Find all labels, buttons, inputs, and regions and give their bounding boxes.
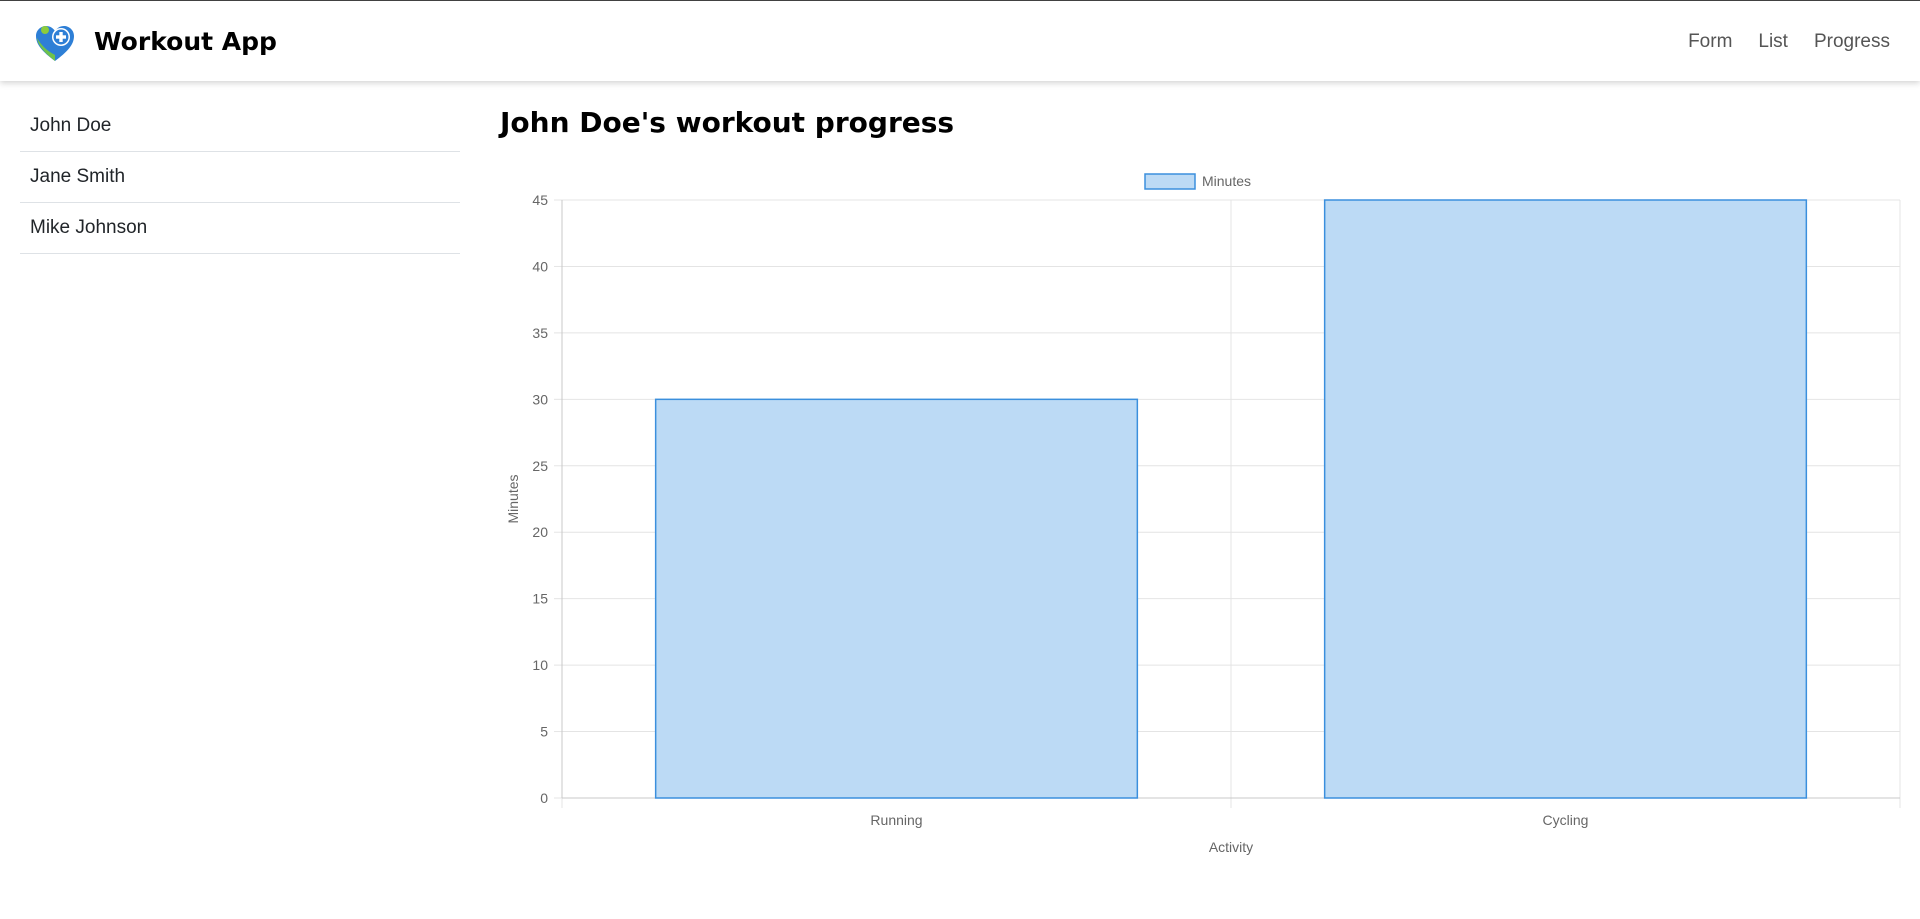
y-tick-label: 45 bbox=[532, 192, 548, 208]
legend-label: Minutes bbox=[1202, 173, 1251, 189]
y-tick-label: 20 bbox=[532, 524, 548, 540]
heart-plus-logo-icon bbox=[36, 26, 74, 61]
progress-bar-chart: 0 5 10 15 20 25 30 35 40 45 Running Cycling Activity… bbox=[505, 173, 1901, 855]
x-axis-title: Activity bbox=[1209, 839, 1253, 855]
main-nav: Form List Progress bbox=[1688, 31, 1890, 53]
y-tick-label: 30 bbox=[532, 391, 548, 407]
y-axis-title: Minutes bbox=[505, 474, 521, 523]
app-title: Workout App bbox=[94, 27, 277, 56]
y-tick-label: 15 bbox=[532, 591, 548, 607]
legend-swatch bbox=[1144, 173, 1196, 190]
y-tick-label: 0 bbox=[540, 790, 548, 806]
user-list-item[interactable]: Jane Smith bbox=[20, 152, 460, 203]
top-navbar: Workout App Form List Progress bbox=[0, 1, 1920, 81]
y-tick-label: 5 bbox=[540, 724, 548, 740]
user-list-item[interactable]: Mike Johnson bbox=[20, 203, 460, 254]
y-tick-label: 25 bbox=[532, 458, 548, 474]
user-list: John Doe Jane Smith Mike Johnson bbox=[20, 101, 460, 254]
user-list-item[interactable]: John Doe bbox=[20, 101, 460, 152]
x-tick-label: Cycling bbox=[1543, 812, 1589, 828]
y-tick-label: 35 bbox=[532, 325, 548, 341]
x-tick-label: Running bbox=[870, 812, 922, 828]
bar-cycling bbox=[1323, 199, 1808, 799]
y-tick-label: 40 bbox=[532, 258, 548, 274]
nav-link-list[interactable]: List bbox=[1758, 31, 1788, 53]
nav-link-progress[interactable]: Progress bbox=[1814, 31, 1890, 53]
y-tick-label: 10 bbox=[532, 657, 548, 673]
page-title: John Doe's workout progress bbox=[500, 106, 955, 139]
bar-running bbox=[654, 398, 1139, 799]
nav-link-form[interactable]: Form bbox=[1688, 31, 1732, 53]
